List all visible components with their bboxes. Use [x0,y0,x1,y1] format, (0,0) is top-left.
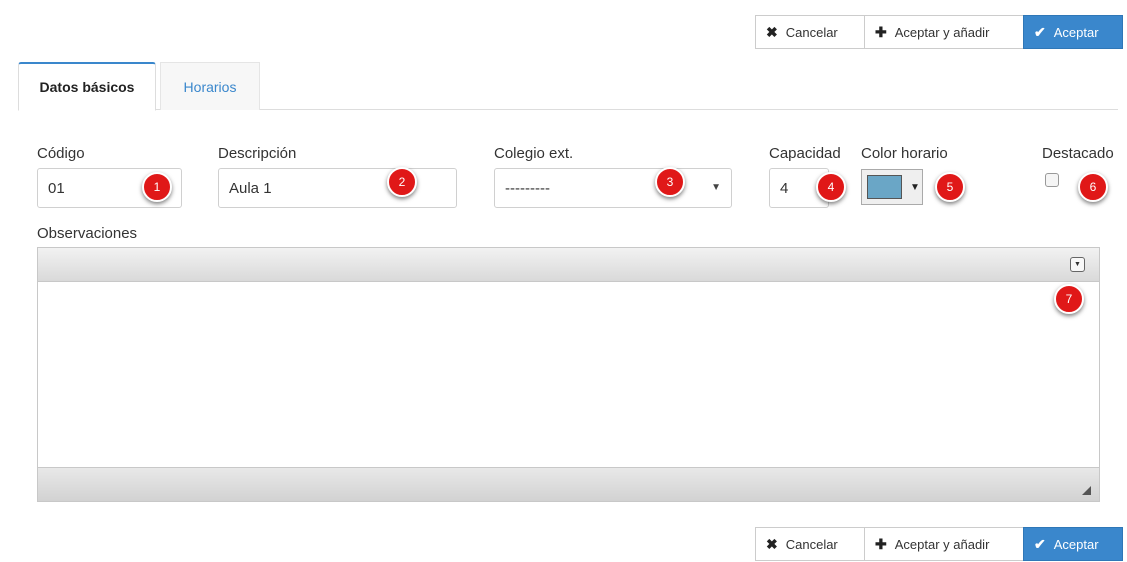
chevron-down-icon: ▼ [910,181,920,193]
marker-badge-5: 5 [935,172,965,202]
editor-toolbar: ▼ [38,248,1099,282]
top-toolbar: ✖ Cancelar ✚ Aceptar y añadir ✔ Aceptar [755,15,1123,49]
accept-button[interactable]: ✔ Aceptar [1023,15,1123,49]
observaciones-textarea[interactable] [38,282,1099,467]
accept-and-add-button[interactable]: ✚ Aceptar y añadir [864,15,1024,49]
tab-datos-basicos[interactable]: Datos básicos [18,62,156,111]
color-horario-label: Color horario [861,145,948,162]
capacidad-label: Capacidad [769,145,841,162]
check-icon: ✔ [1034,535,1046,552]
check-icon: ✔ [1034,23,1046,40]
observaciones-label: Observaciones [37,225,138,242]
marker-badge-6: 6 [1078,172,1108,202]
cancel-label: Cancelar [785,536,838,552]
marker-badge-3: 3 [655,167,685,197]
destacado-checkbox[interactable] [1045,173,1059,187]
tab-bar: Datos básicos Horarios [18,62,1118,111]
accept-and-add-label: Aceptar y añadir [894,24,990,40]
close-icon: ✖ [766,23,778,40]
tab-horarios[interactable]: Horarios [160,62,260,110]
chevron-down-icon: ▼ [711,182,721,193]
marker-badge-4: 4 [816,172,846,202]
descripcion-input[interactable]: Aula 1 [218,168,457,208]
close-icon: ✖ [766,535,778,552]
accept-and-add-label: Aceptar y añadir [894,536,990,552]
accept-and-add-button[interactable]: ✚ Aceptar y añadir [864,527,1024,561]
codigo-label: Código [37,145,85,162]
destacado-label: Destacado [1042,145,1114,162]
plus-icon: ✚ [875,23,887,40]
colegio-label: Colegio ext. [494,145,574,162]
chevron-down-icon: ▼ [1074,261,1081,268]
accept-button[interactable]: ✔ Aceptar [1023,527,1123,561]
collapse-toolbar-button[interactable]: ▼ [1070,257,1085,272]
bottom-toolbar: ✖ Cancelar ✚ Aceptar y añadir ✔ Aceptar [755,527,1123,561]
marker-badge-1: 1 [142,172,172,202]
colegio-selected-value: --------- [505,179,550,197]
colegio-select[interactable]: --------- ▼ [494,168,732,208]
accept-label: Aceptar [1053,24,1099,40]
plus-icon: ✚ [875,535,887,552]
resize-handle-icon[interactable] [1082,486,1091,495]
color-horario-picker[interactable]: ▼ [861,169,923,205]
cancel-button[interactable]: ✖ Cancelar [755,527,865,561]
marker-badge-7: 7 [1054,284,1084,314]
cancel-label: Cancelar [785,24,838,40]
marker-badge-2: 2 [387,167,417,197]
cancel-button[interactable]: ✖ Cancelar [755,15,865,49]
color-swatch [867,175,902,199]
accept-label: Aceptar [1053,536,1099,552]
observaciones-editor: ▼ [37,247,1100,502]
descripcion-label: Descripción [218,145,297,162]
editor-statusbar [38,467,1099,501]
